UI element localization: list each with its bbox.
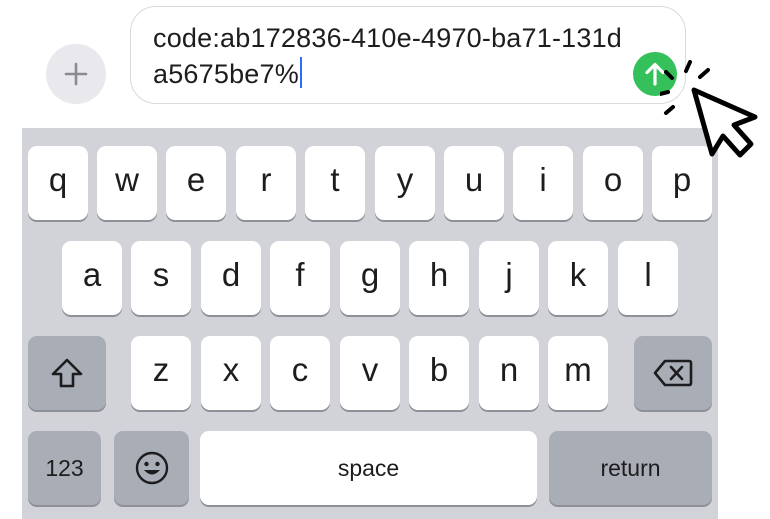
space-key[interactable]: space — [200, 431, 537, 505]
key-label: a — [82, 256, 102, 293]
key-label: p — [672, 161, 692, 198]
backspace-icon — [653, 359, 693, 387]
key-t[interactable]: t — [305, 146, 365, 220]
key-w[interactable]: w — [97, 146, 157, 220]
key-p[interactable]: p — [652, 146, 712, 220]
key-j[interactable]: j — [479, 241, 539, 315]
key-f[interactable]: f — [270, 241, 330, 315]
key-n[interactable]: n — [479, 336, 539, 410]
key-label: d — [221, 256, 241, 293]
key-label: j — [505, 256, 513, 293]
key-label: u — [464, 161, 484, 198]
key-label: h — [429, 256, 449, 293]
key-e[interactable]: e — [166, 146, 226, 220]
key-i[interactable]: i — [513, 146, 573, 220]
key-label: s — [152, 256, 170, 293]
key-label: e — [186, 161, 206, 198]
text-caret — [299, 57, 302, 88]
key-o[interactable]: o — [583, 146, 643, 220]
key-v[interactable]: v — [340, 336, 400, 410]
key-label: l — [644, 256, 652, 293]
key-label: w — [115, 161, 139, 198]
key-q[interactable]: q — [28, 146, 88, 220]
send-button[interactable] — [633, 52, 677, 96]
key-x[interactable]: x — [201, 336, 261, 410]
key-label: b — [429, 351, 449, 388]
shift-arrow-icon — [51, 358, 83, 388]
smiley-icon — [135, 451, 168, 485]
key-label: q — [48, 161, 68, 198]
message-input-text: code:ab172836-410e-4970-ba71-131da5675be… — [153, 20, 623, 92]
key-b[interactable]: b — [409, 336, 469, 410]
key-label: i — [539, 161, 547, 198]
key-k[interactable]: k — [548, 241, 608, 315]
key-m[interactable]: m — [548, 336, 608, 410]
key-label: k — [569, 256, 587, 293]
key-label: r — [260, 161, 272, 198]
shift-key[interactable] — [28, 336, 106, 410]
key-y[interactable]: y — [375, 146, 435, 220]
key-label: m — [564, 351, 592, 388]
key-label: return — [600, 454, 661, 481]
key-label: g — [360, 256, 380, 293]
numbers-key[interactable]: 123 — [28, 431, 101, 505]
key-a[interactable]: a — [62, 241, 122, 315]
key-g[interactable]: g — [340, 241, 400, 315]
key-label: f — [295, 256, 305, 293]
arrow-up-icon — [645, 62, 665, 86]
key-s[interactable]: s — [131, 241, 191, 315]
key-r[interactable]: r — [236, 146, 296, 220]
messaging-screen: code:ab172836-410e-4970-ba71-131da5675be… — [0, 0, 770, 519]
message-input-value: code:ab172836-410e-4970-ba71-131da5675be… — [153, 23, 623, 89]
key-l[interactable]: l — [618, 241, 678, 315]
key-label: v — [361, 351, 379, 388]
key-h[interactable]: h — [409, 241, 469, 315]
emoji-key[interactable] — [114, 431, 189, 505]
key-label: z — [152, 351, 170, 388]
key-c[interactable]: c — [270, 336, 330, 410]
key-label: c — [291, 351, 309, 388]
key-label: space — [337, 454, 400, 481]
key-label: o — [603, 161, 623, 198]
add-attachment-button[interactable] — [46, 44, 106, 104]
message-input[interactable]: code:ab172836-410e-4970-ba71-131da5675be… — [130, 6, 686, 104]
on-screen-keyboard: q w e r t y u i o p a s d f g h j k l z … — [22, 128, 718, 519]
key-label: x — [222, 351, 240, 388]
key-label: 123 — [45, 454, 84, 481]
key-label: t — [330, 161, 340, 198]
key-label: y — [396, 161, 414, 198]
return-key[interactable]: return — [549, 431, 712, 505]
key-u[interactable]: u — [444, 146, 504, 220]
key-z[interactable]: z — [131, 336, 191, 410]
plus-icon — [64, 62, 88, 86]
key-d[interactable]: d — [201, 241, 261, 315]
key-label: n — [499, 351, 519, 388]
delete-key[interactable] — [634, 336, 712, 410]
